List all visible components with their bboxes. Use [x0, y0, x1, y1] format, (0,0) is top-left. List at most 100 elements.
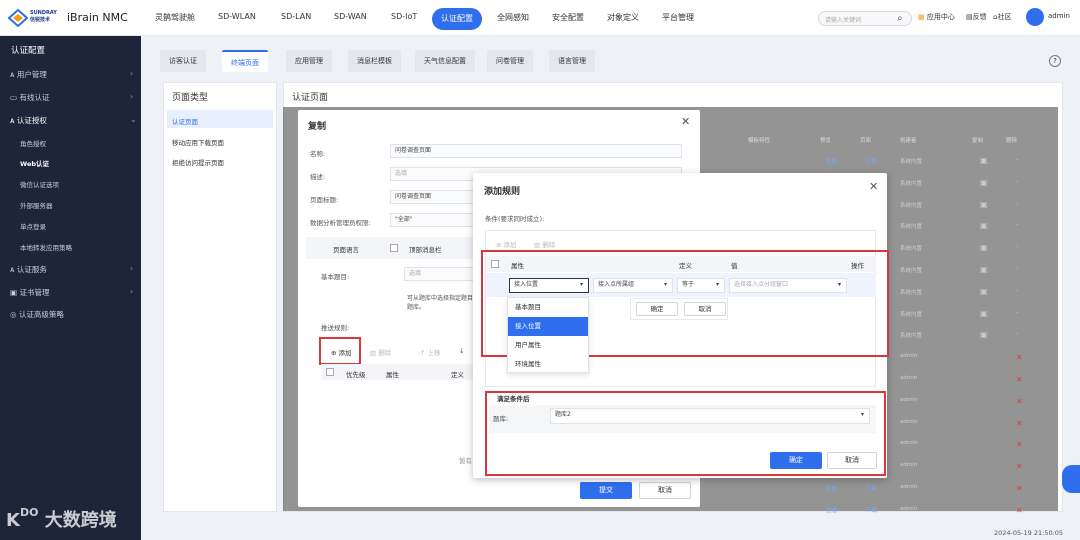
close-icon[interactable]: ✕ — [681, 115, 690, 128]
nav-platform-management[interactable]: 平台管理 — [662, 12, 694, 23]
nav-object-definition[interactable]: 对象定义 — [607, 12, 639, 23]
timestamp: 2024-05-19 21:50:05 — [994, 529, 1064, 537]
attr-option-location[interactable]: 接入位置 — [508, 317, 588, 336]
bank-select[interactable]: 题库2 ▾ — [550, 408, 870, 424]
copy-icon[interactable]: ▣ — [980, 200, 988, 209]
tab-visitor-auth[interactable]: 访客认证 — [160, 50, 206, 72]
copy-icon[interactable]: ▣ — [980, 243, 988, 252]
attr-option-basic[interactable]: 基本题目 — [508, 298, 588, 317]
row-delete[interactable]: ✕ — [1016, 440, 1023, 449]
page-type-access-denied[interactable]: 拒绝访问提示页面 — [172, 157, 224, 167]
sidebar-sub-external-server[interactable]: 外部服务器 — [20, 200, 53, 210]
copy-icon[interactable]: ▣ — [980, 156, 988, 165]
copy-icon[interactable]: ▣ — [980, 309, 988, 318]
name-field[interactable]: 问卷调查页面 — [390, 144, 682, 158]
sidebar-item-cert-management[interactable]: ▣ 证书管理 — [10, 287, 49, 298]
search-input[interactable]: 请输入关键词 ⌕ — [818, 11, 912, 26]
col-preview: 预览 — [820, 138, 832, 144]
row-delete[interactable]: ✕ — [1016, 462, 1023, 471]
user-name[interactable]: admin — [1048, 12, 1070, 20]
mini-cancel-button[interactable]: 取消 — [684, 302, 726, 316]
sidebar-sub-sso[interactable]: 单点登录 — [20, 221, 46, 231]
sidebar-sub-local-forwarding[interactable]: 本地转发应用策略 — [20, 242, 72, 252]
tab-language[interactable]: 语言管理 — [549, 50, 595, 72]
select-all-checkbox[interactable] — [326, 368, 334, 376]
close-icon[interactable]: ✕ — [869, 180, 878, 193]
sidebar-sub-wechat-options[interactable]: 微信认证选项 — [20, 179, 59, 189]
page-type-auth[interactable]: 认证页面 — [172, 116, 198, 126]
service-icon: ᴀ — [10, 265, 15, 274]
community-link[interactable]: ⌂社区 — [993, 12, 1011, 22]
row-preview-link[interactable]: 查看 — [826, 157, 837, 165]
nav-sd-wan[interactable]: SD-WAN — [334, 12, 367, 21]
row-preview-link[interactable]: 查看 — [826, 506, 837, 514]
copy-icon[interactable]: ▣ — [980, 287, 988, 296]
nav-sd-lan[interactable]: SD-LAN — [281, 12, 311, 21]
row-preview-link[interactable]: 查看 — [826, 484, 837, 492]
copy-icon[interactable]: ▣ — [980, 330, 988, 339]
arrow-down-icon[interactable]: ↓ — [459, 347, 464, 355]
row-delete[interactable]: ✕ — [1016, 353, 1023, 362]
tab-app-management[interactable]: 应用管理 — [286, 50, 332, 72]
nav-network-awareness[interactable]: 全网感知 — [497, 12, 529, 23]
feedback-link[interactable]: ▤反馈 — [966, 12, 987, 22]
tab-weather-config[interactable]: 天气信息配置 — [415, 50, 475, 72]
user-icon: ᴀ — [10, 70, 15, 79]
copy-icon[interactable]: ▣ — [980, 178, 988, 187]
row-delete[interactable]: ✕ — [1016, 375, 1023, 384]
tab-terminal-page[interactable]: 终端页面 — [222, 50, 268, 72]
row-download-link[interactable]: 下载 — [866, 506, 877, 514]
move-up-button[interactable]: ↑ 上移 — [420, 347, 441, 357]
row-delete[interactable]: ✕ — [1016, 484, 1023, 493]
col-priority: 优先级 — [346, 371, 366, 379]
cond-delete-button[interactable]: ▥ 删除 — [534, 239, 555, 249]
sidebar-item-user-management[interactable]: ᴀ 用户管理 — [10, 69, 47, 80]
tab-message-template[interactable]: 消息栏模板 — [348, 50, 401, 72]
nav-sd-wlan[interactable]: SD-WLAN — [218, 12, 256, 21]
page-type-app-download[interactable]: 移动应用下载页面 — [172, 137, 224, 147]
basic-question-field[interactable]: 选填 — [404, 267, 476, 281]
copy-cancel-button[interactable]: 取消 — [639, 482, 691, 499]
value-select[interactable]: 选择接入点分组窗口 ▾ — [729, 278, 847, 293]
rule-ok-button[interactable]: 确定 — [770, 452, 822, 469]
definition-select[interactable]: 等于 ▾ — [677, 278, 725, 293]
app-center-link[interactable]: ▦ 应用中心 — [918, 12, 955, 22]
row-creator: 系统内置 — [900, 180, 923, 187]
nav-security-config[interactable]: 安全配置 — [552, 12, 584, 23]
cond-select-all-checkbox[interactable] — [491, 260, 499, 268]
row-download-link[interactable]: 下载 — [866, 157, 877, 165]
nav-auth-config[interactable]: 认证配置 — [432, 8, 482, 30]
attr-option-user[interactable]: 用户属性 — [508, 336, 588, 355]
attr-select[interactable]: 接入位置 ▾ — [509, 278, 589, 293]
nav-cockpit[interactable]: 灵鹊驾驶舱 — [155, 12, 195, 23]
row-download-link[interactable]: 下载 — [866, 484, 877, 492]
search-icon[interactable]: ⌕ — [897, 13, 903, 24]
rule-cancel-button[interactable]: 取消 — [827, 452, 877, 469]
msgbar-checkbox[interactable] — [390, 244, 398, 252]
row-delete[interactable]: ✕ — [1016, 419, 1023, 428]
attr-option-environment[interactable]: 环境属性 — [508, 355, 588, 374]
sidebar-sub-role-authorization[interactable]: 角色授权 — [20, 138, 46, 148]
sidebar-item-advanced-policy[interactable]: ◎ 认证高级策略 — [10, 309, 64, 320]
copy-icon[interactable]: ▣ — [980, 221, 988, 230]
row-delete[interactable]: ✕ — [1016, 506, 1023, 515]
floating-assistant-icon[interactable] — [1062, 465, 1080, 493]
tab-page-language[interactable]: 页面语言 — [333, 244, 359, 254]
copy-icon[interactable]: ▣ — [980, 265, 988, 274]
delete-rule-button[interactable]: ▥ 删除 — [370, 347, 391, 357]
sidebar-item-auth-service[interactable]: ᴀ 认证服务 — [10, 264, 47, 275]
avatar[interactable] — [1026, 8, 1044, 26]
mini-ok-button[interactable]: 确定 — [636, 302, 678, 316]
cond-add-button[interactable]: ⊕ 添加 — [496, 239, 517, 249]
add-rule-button[interactable]: ⊕ 添加 — [331, 347, 352, 357]
row-delete[interactable]: ✕ — [1016, 397, 1023, 406]
sidebar-item-wired-auth[interactable]: ▭ 有线认证 — [10, 92, 49, 103]
submit-button[interactable]: 提交 — [580, 482, 632, 499]
tab-top-message-bar[interactable]: 顶部消息栏 — [409, 244, 442, 254]
sidebar-sub-web-auth[interactable]: Web认证 — [20, 158, 49, 168]
sidebar-item-auth-authorization[interactable]: ᴀ 认证授权 — [10, 115, 47, 126]
sub-attr-select[interactable]: 接入点所属组 ▾ — [593, 278, 673, 293]
nav-sd-iot[interactable]: SD-IoT — [391, 12, 417, 21]
help-icon[interactable]: ? — [1049, 55, 1061, 67]
tab-questionnaire[interactable]: 问卷管理 — [487, 50, 533, 72]
